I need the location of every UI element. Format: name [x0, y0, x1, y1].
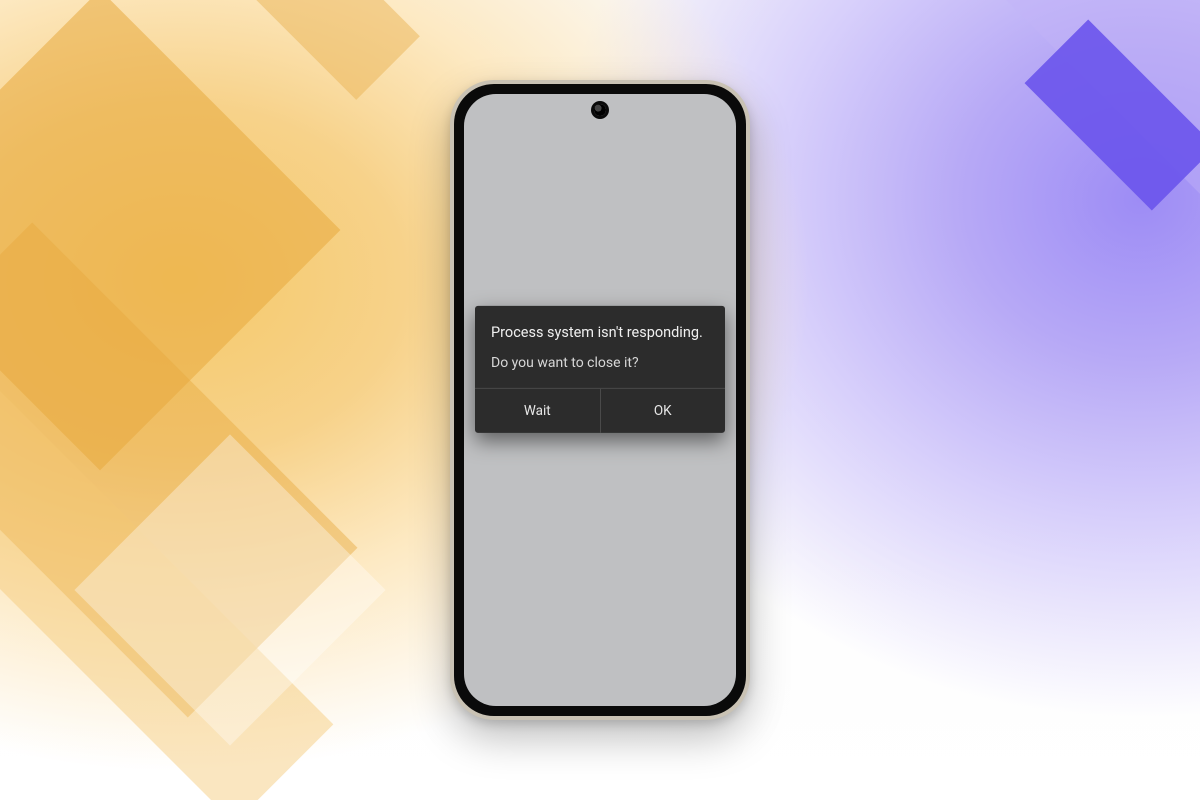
dialog-body: Process system isn't responding. Do you …	[475, 306, 725, 387]
camera-punch-hole-icon	[594, 104, 606, 116]
phone-bezel: Process system isn't responding. Do you …	[454, 84, 746, 716]
bg-shape	[250, 0, 420, 100]
dialog-message: Do you want to close it?	[491, 353, 709, 373]
phone-screen: Process system isn't responding. Do you …	[464, 94, 736, 706]
dialog-title: Process system isn't responding.	[491, 322, 709, 343]
ok-button[interactable]: OK	[601, 389, 726, 433]
phone-mockup: Process system isn't responding. Do you …	[450, 80, 750, 720]
decorative-background: Process system isn't responding. Do you …	[0, 0, 1200, 800]
wait-button[interactable]: Wait	[475, 389, 600, 433]
anr-dialog: Process system isn't responding. Do you …	[475, 306, 725, 432]
dialog-button-row: Wait OK	[475, 389, 725, 433]
